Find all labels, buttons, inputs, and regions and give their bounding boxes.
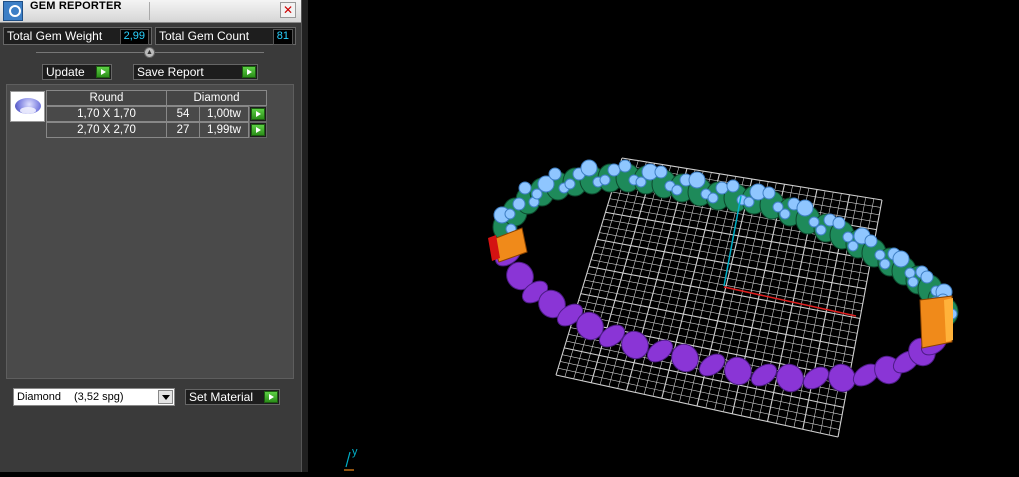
- gem-stone: [504, 208, 516, 220]
- play-arrow-icon: [242, 66, 256, 78]
- material-density: (3,52 spg): [74, 391, 124, 403]
- column-header-diamond: Diamond: [166, 90, 267, 106]
- gem-stone: [607, 163, 621, 177]
- gem-stone: [907, 276, 919, 288]
- gem-stone: [564, 178, 576, 190]
- material-select[interactable]: Diamond (3,52 spg): [13, 388, 175, 406]
- gem-stone: [548, 167, 562, 181]
- gem-stone: [635, 176, 647, 188]
- 3d-viewport[interactable]: y: [308, 0, 1019, 472]
- gem-reporter-panel: GEM REPORTER ✕ Total Gem Weight 2,99 Tot…: [0, 0, 301, 472]
- panel-divider[interactable]: [301, 0, 308, 472]
- total-gem-weight-label: Total Gem Weight: [7, 29, 103, 43]
- play-arrow-icon: [251, 108, 265, 120]
- gem-stone: [762, 186, 776, 200]
- row-2-select-button[interactable]: [249, 122, 267, 138]
- gem-reporter-app-icon: [3, 1, 23, 21]
- material-name: Diamond: [17, 391, 62, 403]
- panel-title: GEM REPORTER: [30, 0, 122, 12]
- close-icon[interactable]: ✕: [280, 2, 296, 18]
- axis-gizmo: y: [344, 446, 358, 471]
- gem-stone: [512, 197, 526, 211]
- gem-stone: [599, 174, 611, 186]
- total-gem-count-field: Total Gem Count 81: [155, 27, 296, 45]
- gem-stone: [654, 165, 668, 179]
- row-1-count: 54: [166, 106, 200, 122]
- gem-stone: [743, 196, 755, 208]
- update-button[interactable]: Update: [42, 64, 112, 80]
- gem-stone: [874, 249, 886, 261]
- total-gem-count-label: Total Gem Count: [159, 29, 250, 43]
- grid-line: [586, 272, 859, 327]
- row-2-weight: 1,99tw: [199, 122, 249, 138]
- gem-stone: [726, 179, 740, 193]
- viewport-canvas: y: [344, 157, 959, 471]
- row-1-size: 1,70 X 1,70: [46, 106, 167, 122]
- update-button-label: Update: [46, 65, 85, 79]
- set-material-button-label: Set Material: [189, 390, 254, 404]
- gem-highlight: [20, 107, 36, 114]
- round-diamond-icon[interactable]: [10, 91, 45, 122]
- gem-stone: [892, 250, 910, 268]
- gem-stone: [707, 192, 719, 204]
- row-2-size: 2,70 X 2,70: [46, 122, 167, 138]
- axis-gizmo-label: y: [352, 446, 358, 458]
- total-gem-count-value: 81: [272, 29, 293, 45]
- column-header-round: Round: [46, 90, 167, 106]
- gem-stone: [815, 224, 827, 236]
- gem-stone: [688, 171, 706, 189]
- gem-stone: [715, 181, 729, 195]
- gem-stone: [847, 240, 859, 252]
- row-1-select-button[interactable]: [249, 106, 267, 122]
- gem-stone: [779, 208, 791, 220]
- total-gem-weight-field: Total Gem Weight 2,99: [3, 27, 152, 45]
- gem-stone: [518, 181, 532, 195]
- play-arrow-icon: [96, 66, 110, 78]
- collapse-arrow-icon[interactable]: ▲: [144, 47, 155, 58]
- gem-stone: [796, 199, 814, 217]
- play-arrow-icon: [264, 391, 278, 403]
- gem-stone: [904, 267, 916, 279]
- chevron-down-icon[interactable]: [158, 390, 173, 404]
- row-2-count: 27: [166, 122, 200, 138]
- play-arrow-icon: [251, 124, 265, 136]
- gem-stone: [671, 184, 683, 196]
- save-report-button-label: Save Report: [137, 65, 204, 79]
- panel-titlebar: GEM REPORTER ✕: [0, 0, 301, 23]
- gem-stone: [864, 234, 878, 248]
- gem-stone: [879, 258, 891, 270]
- gem-stone: [842, 231, 854, 243]
- gem-stone: [618, 159, 632, 173]
- titlebar-separator: [149, 2, 150, 20]
- gem-stone: [808, 216, 820, 228]
- gem-stone: [531, 188, 543, 200]
- row-1-weight: 1,00tw: [199, 106, 249, 122]
- set-material-button[interactable]: Set Material: [185, 389, 280, 405]
- total-gem-weight-value: 2,99: [119, 29, 149, 45]
- gem-stone: [920, 270, 934, 284]
- clasp-right: [919, 295, 953, 349]
- gem-stone: [580, 159, 598, 177]
- save-report-button[interactable]: Save Report: [133, 64, 258, 80]
- gem-stone: [832, 216, 846, 230]
